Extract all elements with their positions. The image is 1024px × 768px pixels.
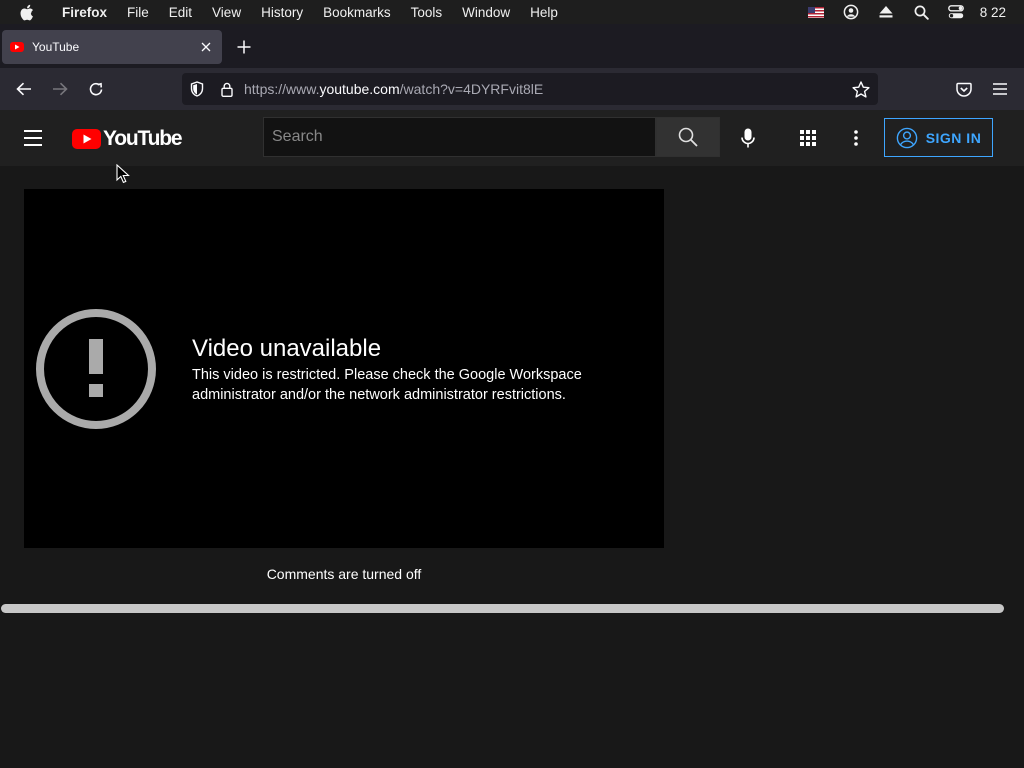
youtube-apps-button[interactable] bbox=[792, 122, 824, 154]
horizontal-scrollbar[interactable] bbox=[1, 604, 1004, 613]
tab-youtube[interactable]: YouTube bbox=[2, 30, 222, 64]
url-text[interactable]: https://www.youtube.com/watch?v=4DYRFvit… bbox=[242, 81, 846, 97]
video-player[interactable]: Video unavailable This video is restrict… bbox=[24, 189, 664, 548]
voice-search-button[interactable] bbox=[732, 122, 764, 154]
guide-menu-icon[interactable] bbox=[24, 126, 48, 150]
spotlight-search-icon[interactable] bbox=[904, 0, 939, 24]
eject-icon[interactable] bbox=[869, 0, 904, 24]
browser-tab-strip: YouTube bbox=[0, 24, 1024, 68]
menu-help[interactable]: Help bbox=[520, 5, 568, 20]
menu-view[interactable]: View bbox=[202, 5, 251, 20]
menu-file[interactable]: File bbox=[117, 5, 159, 20]
more-vertical-icon bbox=[854, 130, 858, 146]
sign-in-button[interactable]: SIGN IN bbox=[884, 118, 993, 157]
menu-tools[interactable]: Tools bbox=[401, 5, 453, 20]
youtube-wordmark: YouTube bbox=[103, 127, 183, 150]
settings-more-button[interactable] bbox=[840, 122, 872, 154]
menubar-clock[interactable]: 8 22 bbox=[974, 5, 1024, 20]
youtube-page: YouTube Search SIGN IN Video unavailable… bbox=[0, 110, 1024, 768]
control-center-icon[interactable] bbox=[939, 0, 974, 24]
youtube-play-logo-icon bbox=[72, 129, 101, 149]
user-circle-icon[interactable] bbox=[834, 0, 869, 24]
menu-bookmarks[interactable]: Bookmarks bbox=[313, 5, 401, 20]
reload-icon[interactable] bbox=[84, 77, 108, 101]
forward-arrow-icon[interactable] bbox=[48, 77, 72, 101]
app-menu-icon[interactable] bbox=[988, 77, 1012, 101]
url-domain: youtube.com bbox=[319, 81, 400, 97]
apple-menu-icon[interactable] bbox=[0, 4, 52, 21]
tab-title: YouTube bbox=[32, 40, 80, 54]
browser-nav-bar: https://www.youtube.com/watch?v=4DYRFvit… bbox=[0, 68, 1024, 110]
address-bar[interactable]: https://www.youtube.com/watch?v=4DYRFvit… bbox=[182, 73, 878, 105]
menu-edit[interactable]: Edit bbox=[159, 5, 202, 20]
lock-icon[interactable] bbox=[212, 73, 242, 105]
error-message: This video is restricted. Please check t… bbox=[192, 367, 582, 403]
back-arrow-icon[interactable] bbox=[12, 77, 36, 101]
menu-app-firefox[interactable]: Firefox bbox=[52, 5, 117, 20]
url-path: /watch?v=4DYRFvit8lE bbox=[399, 81, 544, 97]
new-tab-button[interactable] bbox=[232, 36, 256, 58]
search-icon bbox=[678, 127, 698, 147]
microphone-icon bbox=[741, 128, 755, 148]
sign-in-label: SIGN IN bbox=[925, 129, 982, 146]
search-button[interactable] bbox=[656, 117, 720, 157]
menu-window[interactable]: Window bbox=[452, 5, 520, 20]
account-circle-icon bbox=[896, 127, 917, 148]
error-title: Video unavailable bbox=[192, 335, 382, 362]
error-exclamation-icon bbox=[36, 309, 156, 429]
close-icon[interactable] bbox=[198, 39, 214, 55]
youtube-logo[interactable]: YouTube bbox=[72, 127, 183, 151]
bookmark-star-icon[interactable] bbox=[846, 73, 876, 105]
mouse-cursor-icon bbox=[116, 164, 130, 184]
menu-history[interactable]: History bbox=[251, 5, 313, 20]
youtube-masthead: YouTube Search SIGN IN bbox=[0, 110, 1024, 166]
url-prefix: https://www. bbox=[244, 81, 320, 97]
pocket-icon[interactable] bbox=[952, 77, 976, 101]
youtube-favicon-icon bbox=[10, 42, 24, 52]
comments-status: Comments are turned off bbox=[266, 566, 422, 582]
tracking-shield-icon[interactable] bbox=[182, 73, 212, 105]
apps-grid-icon bbox=[800, 130, 816, 146]
macos-menu-bar: Firefox File Edit View History Bookmarks… bbox=[0, 0, 1024, 24]
search-input[interactable]: Search bbox=[263, 117, 656, 157]
flag-icon[interactable] bbox=[799, 0, 834, 24]
